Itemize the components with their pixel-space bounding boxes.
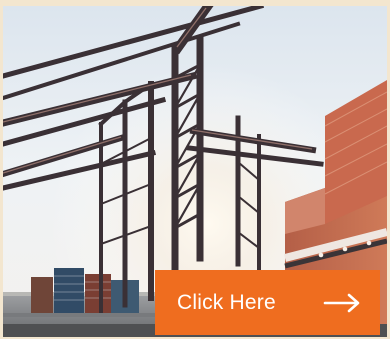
click-here-label: Click Here [177, 290, 276, 314]
page: Click Here [0, 0, 390, 339]
port-cranes-hero-image: Click Here [3, 6, 387, 337]
click-here-button[interactable]: Click Here [155, 270, 380, 335]
arrow-right-icon [323, 293, 360, 312]
